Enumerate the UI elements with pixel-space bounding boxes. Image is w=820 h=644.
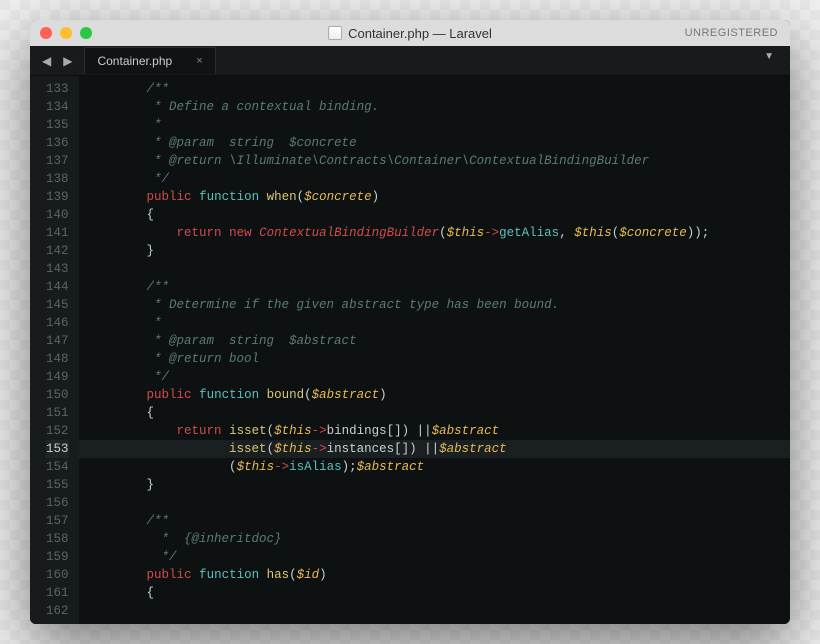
code-line: /**: [79, 512, 790, 530]
code-line: /**: [79, 278, 790, 296]
line-number: 154: [46, 458, 69, 476]
code-line: public function when($concrete): [79, 188, 790, 206]
tab-label: Container.php: [97, 54, 172, 68]
code-line: * @return \Illuminate\Contracts\Containe…: [79, 152, 790, 170]
line-number: 135: [46, 116, 69, 134]
document-icon: [328, 26, 342, 40]
line-number: 137: [46, 152, 69, 170]
line-number: 155: [46, 476, 69, 494]
editor[interactable]: 1331341351361371381391401411421431441451…: [30, 76, 790, 624]
code-line: ($this->isAlias);$abstract: [79, 458, 790, 476]
line-number: 145: [46, 296, 69, 314]
code-line: }: [79, 242, 790, 260]
code-line: [79, 494, 790, 512]
code-line: */: [79, 548, 790, 566]
line-number: 148: [46, 350, 69, 368]
code-line: * Define a contextual binding.: [79, 98, 790, 116]
code-line: isset($this->instances[]) ||$abstract: [79, 440, 790, 458]
line-number: 149: [46, 368, 69, 386]
registration-status: UNREGISTERED: [685, 27, 778, 39]
code-line: * @param string $concrete: [79, 134, 790, 152]
line-number: 140: [46, 206, 69, 224]
code-line: */: [79, 368, 790, 386]
code-line: */: [79, 170, 790, 188]
nav-arrows: ◀ ▶: [38, 52, 76, 70]
code-line: public function bound($abstract): [79, 386, 790, 404]
line-number: 144: [46, 278, 69, 296]
code-line: *: [79, 314, 790, 332]
line-number: 152: [46, 422, 69, 440]
line-number: 141: [46, 224, 69, 242]
line-number: 147: [46, 332, 69, 350]
code-line: return isset($this->bindings[]) ||$abstr…: [79, 422, 790, 440]
line-number: 133: [46, 80, 69, 98]
code-line: * @return bool: [79, 350, 790, 368]
traffic-lights: [40, 27, 92, 39]
line-number: 156: [46, 494, 69, 512]
tab-close-icon[interactable]: ×: [196, 55, 202, 67]
titlebar[interactable]: Container.php — Laravel UNREGISTERED: [30, 20, 790, 46]
code-line: return new ContextualBindingBuilder($thi…: [79, 224, 790, 242]
line-number: 143: [46, 260, 69, 278]
code-line: * @param string $abstract: [79, 332, 790, 350]
back-button[interactable]: ◀: [38, 52, 55, 70]
line-number: 138: [46, 170, 69, 188]
title-text: Container.php — Laravel: [348, 26, 492, 41]
more-tabs-icon[interactable]: ▼: [756, 47, 782, 74]
line-number: 139: [46, 188, 69, 206]
code-line: [79, 602, 790, 620]
code-line: {: [79, 404, 790, 422]
line-number: 136: [46, 134, 69, 152]
tabs-row: Container.php × ▼: [84, 47, 782, 74]
line-number: 157: [46, 512, 69, 530]
code-line: public function has($id): [79, 566, 790, 584]
line-number: 160: [46, 566, 69, 584]
code-line: * Determine if the given abstract type h…: [79, 296, 790, 314]
code-line: {: [79, 584, 790, 602]
minimize-icon[interactable]: [60, 27, 72, 39]
forward-button[interactable]: ▶: [59, 52, 76, 70]
tab-container-php[interactable]: Container.php ×: [84, 47, 215, 74]
line-number: 162: [46, 602, 69, 620]
line-number: 146: [46, 314, 69, 332]
toolbar: ◀ ▶ Container.php × ▼: [30, 46, 790, 76]
code-line: [79, 260, 790, 278]
line-number: 151: [46, 404, 69, 422]
line-number: 150: [46, 386, 69, 404]
code-line: }: [79, 476, 790, 494]
line-number: 153: [46, 440, 69, 458]
line-number: 142: [46, 242, 69, 260]
code-line: {: [79, 206, 790, 224]
editor-window: Container.php — Laravel UNREGISTERED ◀ ▶…: [30, 20, 790, 624]
line-number: 158: [46, 530, 69, 548]
line-number: 159: [46, 548, 69, 566]
line-numbers: 1331341351361371381391401411421431441451…: [30, 76, 79, 624]
line-number: 161: [46, 584, 69, 602]
line-number: 134: [46, 98, 69, 116]
maximize-icon[interactable]: [80, 27, 92, 39]
code-line: *: [79, 116, 790, 134]
code-area[interactable]: /** * Define a contextual binding. * * @…: [79, 76, 790, 624]
code-line: * {@inheritdoc}: [79, 530, 790, 548]
window-title: Container.php — Laravel: [328, 26, 492, 41]
close-icon[interactable]: [40, 27, 52, 39]
code-line: /**: [79, 80, 790, 98]
